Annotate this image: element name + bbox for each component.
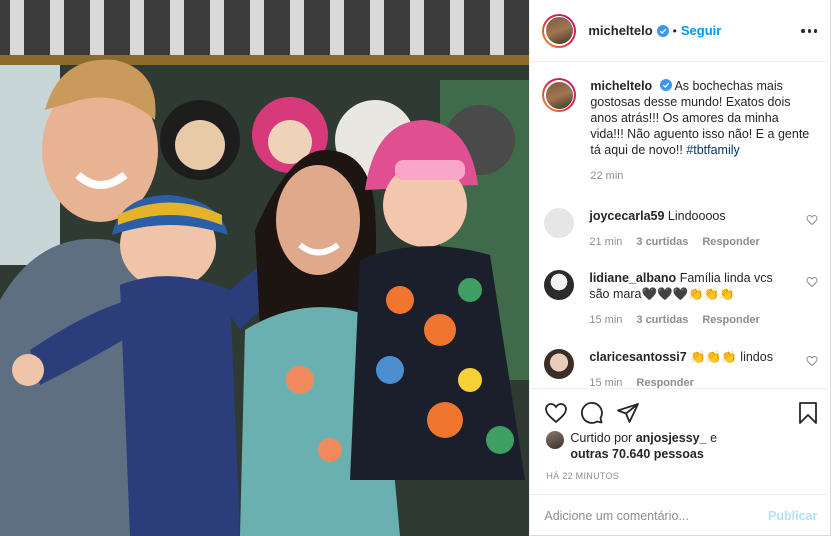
reply-button[interactable]: Responder <box>636 375 693 388</box>
share-icon[interactable] <box>616 401 640 425</box>
comment-item: joycecarla59 Lindoooos 21 min 3 curtidas… <box>544 208 824 250</box>
liked-by-and: e <box>710 431 718 445</box>
post-caption: micheltelo As bochechas mais gostosas de… <box>542 78 822 184</box>
follow-button[interactable]: Seguir <box>681 23 721 38</box>
comment-item: lidiane_albano Família linda vcs são mar… <box>544 270 824 328</box>
liker-avatar[interactable] <box>546 431 565 449</box>
caption-avatar[interactable] <box>542 78 577 112</box>
comment-heart-icon[interactable] <box>806 355 818 367</box>
comment-time: 15 min <box>589 314 623 326</box>
liked-by-prefix: Curtido por <box>570 431 633 445</box>
comment-time: 15 min <box>589 377 623 388</box>
heart-icon[interactable] <box>544 401 568 425</box>
likes-count[interactable]: outras 70.640 pessoas <box>570 447 703 461</box>
more-options-icon[interactable] <box>801 24 818 38</box>
reply-button[interactable]: Responder <box>702 312 759 328</box>
commenter-username[interactable]: joycecarla59 <box>589 209 664 223</box>
comment-text: Lindoooos <box>667 209 726 223</box>
comment-item: claricesantossi7 👏👏👏 lindos 15 min Respo… <box>544 349 824 388</box>
bookmark-icon[interactable] <box>796 401 820 425</box>
verified-icon <box>659 79 672 91</box>
commenter-avatar[interactable] <box>544 349 575 379</box>
add-comment-bar: Publicar <box>530 494 831 536</box>
post-photo[interactable] <box>0 0 530 536</box>
publish-button[interactable]: Publicar <box>768 509 817 523</box>
comment-heart-icon[interactable] <box>806 214 818 226</box>
post-timestamp[interactable]: HÁ 22 MINUTOS <box>546 471 619 481</box>
comment-likes[interactable]: 3 curtidas <box>636 234 688 250</box>
comment-input[interactable] <box>544 508 745 523</box>
post-header: micheltelo • Seguir <box>530 0 831 62</box>
comments-area[interactable]: micheltelo As bochechas mais gostosas de… <box>530 62 831 388</box>
caption-hashtag[interactable]: #tbtfamily <box>686 143 740 157</box>
comment-heart-icon[interactable] <box>806 276 818 288</box>
separator-dot: • <box>672 23 677 38</box>
likes-summary: Curtido por anjosjessy_ e outras 70.640 … <box>546 430 816 462</box>
comment-time: 21 min <box>589 236 623 248</box>
commenter-avatar[interactable] <box>544 208 575 238</box>
commenter-avatar[interactable] <box>544 270 575 300</box>
liker-username[interactable]: anjosjessy_ <box>636 431 707 445</box>
post-side-panel: micheltelo • Seguir micheltelo As bochec… <box>529 0 831 536</box>
commenter-username[interactable]: lidiane_albano <box>589 271 676 285</box>
verified-icon <box>656 24 669 37</box>
author-avatar[interactable] <box>542 13 577 48</box>
instagram-post: micheltelo • Seguir micheltelo As bochec… <box>0 0 831 536</box>
commenter-username[interactable]: claricesantossi7 <box>589 350 686 364</box>
caption-time: 22 min <box>590 170 624 182</box>
author-username[interactable]: micheltelo <box>588 23 652 38</box>
reply-button[interactable]: Responder <box>702 234 759 250</box>
caption-username[interactable]: micheltelo <box>590 79 652 93</box>
comment-icon[interactable] <box>580 401 604 425</box>
comment-likes[interactable]: 3 curtidas <box>636 312 688 328</box>
family-photo-illustration <box>0 0 530 536</box>
comment-text: 👏👏👏 lindos <box>690 350 773 364</box>
